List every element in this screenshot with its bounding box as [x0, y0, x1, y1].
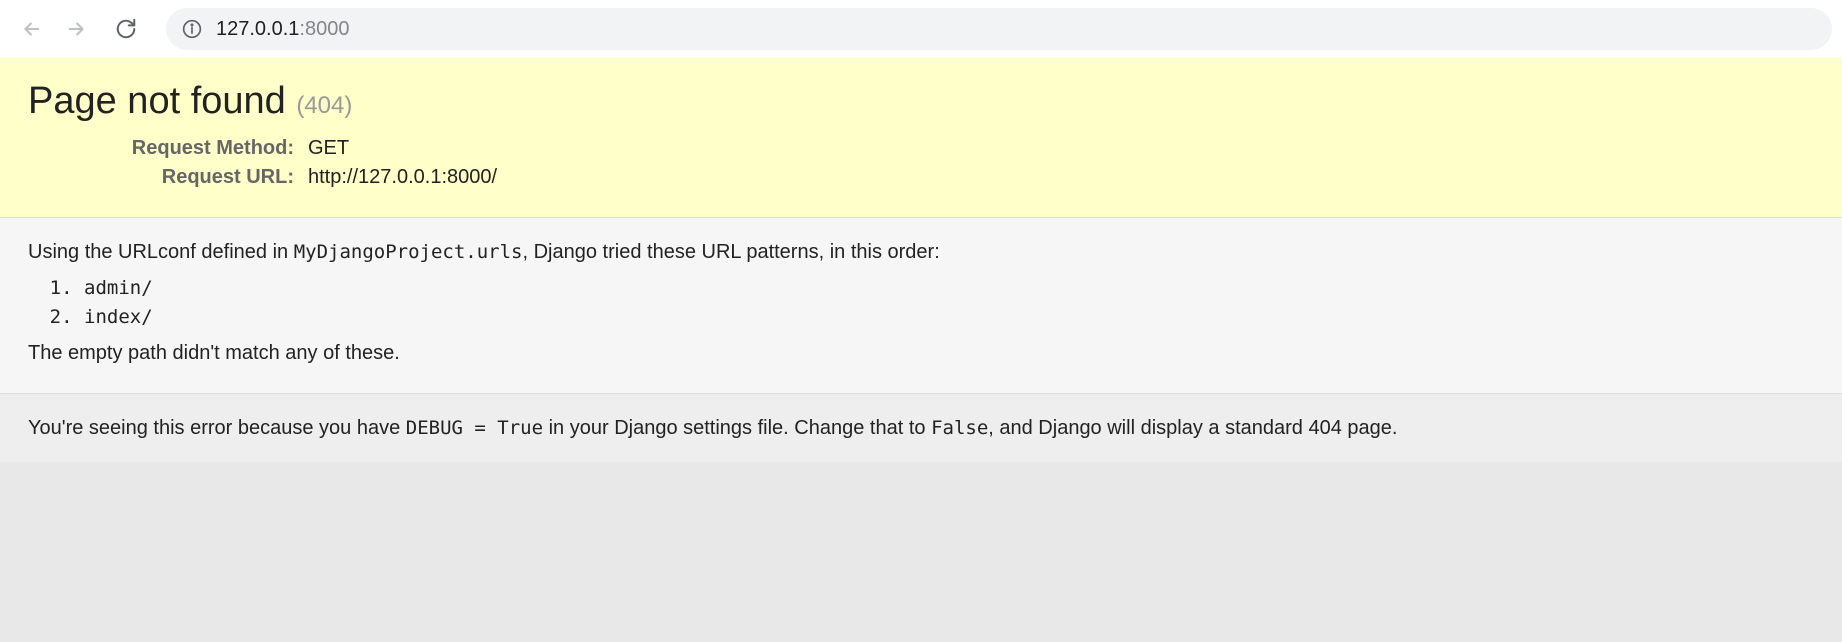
- error-summary: Page not found (404) Request Method: GET…: [0, 58, 1842, 218]
- url-pattern-list: admin/ index/: [84, 274, 1814, 331]
- page-title: Page not found (404): [28, 80, 1814, 123]
- intro-prefix: Using the URLconf defined in: [28, 241, 294, 263]
- request-url-value: http://127.0.0.1:8000/: [308, 166, 497, 189]
- reload-button[interactable]: [106, 9, 146, 49]
- status-code: (404): [296, 92, 352, 119]
- request-method-row: Request Method: GET: [118, 137, 1814, 160]
- urlconf-name: MyDjangoProject.urls: [294, 241, 523, 263]
- explanation-suffix: , and Django will display a standard 404…: [988, 417, 1397, 439]
- url-port: :8000: [299, 18, 349, 40]
- url-host: 127.0.0.1: [216, 18, 299, 40]
- false-code: False: [931, 417, 988, 439]
- back-button[interactable]: [10, 9, 50, 49]
- address-bar[interactable]: 127.0.0.1:8000: [166, 8, 1832, 50]
- forward-button[interactable]: [58, 9, 98, 49]
- title-text: Page not found: [28, 80, 296, 122]
- browser-toolbar: 127.0.0.1:8000: [0, 0, 1842, 58]
- no-match-text: The empty path didn't match any of these…: [28, 339, 1814, 367]
- site-info-icon[interactable]: [182, 19, 202, 39]
- request-url-row: Request URL: http://127.0.0.1:8000/: [118, 166, 1814, 189]
- debug-true-code: DEBUG = True: [406, 417, 543, 439]
- intro-suffix: , Django tried these URL patterns, in th…: [523, 241, 940, 263]
- explanation-prefix: You're seeing this error because you hav…: [28, 417, 406, 439]
- urlconf-intro: Using the URLconf defined in MyDjangoPro…: [28, 238, 1814, 266]
- urlconf-info: Using the URLconf defined in MyDjangoPro…: [0, 218, 1842, 394]
- request-url-label: Request URL:: [118, 166, 308, 189]
- debug-explanation: You're seeing this error because you hav…: [0, 394, 1842, 462]
- request-method-value: GET: [308, 137, 349, 160]
- explanation-text: You're seeing this error because you hav…: [28, 414, 1814, 442]
- request-meta: Request Method: GET Request URL: http://…: [118, 137, 1814, 189]
- list-item: admin/: [84, 274, 1814, 303]
- request-method-label: Request Method:: [118, 137, 308, 160]
- list-item: index/: [84, 303, 1814, 332]
- url-display: 127.0.0.1:8000: [216, 18, 349, 41]
- explanation-middle: in your Django settings file. Change tha…: [543, 417, 931, 439]
